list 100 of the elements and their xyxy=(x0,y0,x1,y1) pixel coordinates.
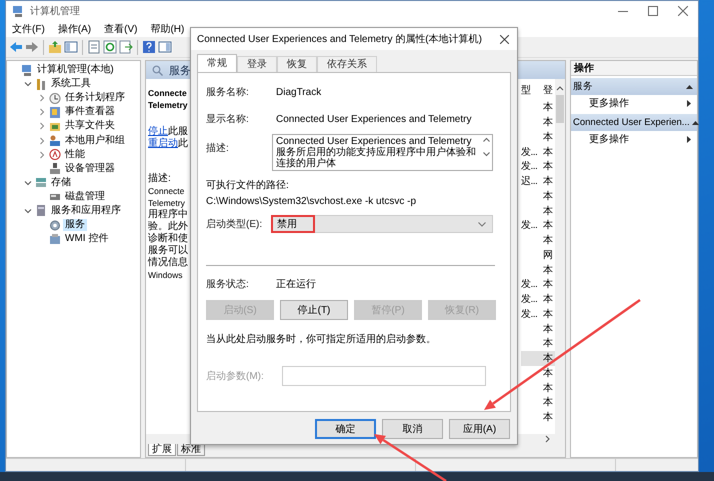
description-text: 验。此外 xyxy=(148,221,189,232)
table-cell-text: 本 xyxy=(543,336,554,350)
dropdown[interactable]: 禁用 xyxy=(272,215,493,233)
table-cell-text: 本 xyxy=(543,382,554,395)
tree-item[interactable]: 服务 xyxy=(63,219,87,232)
column-header[interactable]: 型 xyxy=(521,83,543,97)
table-cell-text: 本 xyxy=(543,174,554,188)
section-title: 服务 xyxy=(573,80,593,93)
button[interactable]: 取消 xyxy=(382,419,443,439)
tab[interactable]: 依存关系 xyxy=(317,56,377,72)
table-cell-text: 发... xyxy=(521,293,538,306)
table-cell-text: 发... xyxy=(521,160,538,174)
section-header[interactable]: Connected User Experien... xyxy=(571,114,697,131)
table-cell-text: 本 xyxy=(543,264,554,277)
pane-header: 操作 xyxy=(571,61,697,76)
action-label: 更多操作 xyxy=(589,133,629,146)
table-cell-text: 本 xyxy=(543,218,554,232)
table-row[interactable]: 发... 本 xyxy=(521,292,555,306)
section-header[interactable]: 服务 xyxy=(571,78,697,95)
table-row[interactable]: 网 xyxy=(521,248,555,262)
table-cell-text: 网 xyxy=(543,248,554,262)
tab[interactable]: 登录 xyxy=(237,56,277,72)
table-row[interactable]: 本 xyxy=(521,336,555,351)
field-value: 正在运行 xyxy=(276,278,316,291)
table-row[interactable]: 本 xyxy=(521,232,555,248)
table-row[interactable]: 发... 本 xyxy=(521,144,555,159)
tree-item[interactable]: 任务计划程序 xyxy=(63,92,127,104)
field-label: 可执行文件的路径: xyxy=(206,178,289,192)
table-row[interactable]: 发... 本 xyxy=(521,218,555,233)
table-row[interactable]: 迟... 本 xyxy=(521,174,555,188)
table-row[interactable]: 本 xyxy=(521,380,555,395)
table-cell-text: 本 xyxy=(543,396,554,410)
tree-item[interactable]: WMI 控件 xyxy=(63,233,110,246)
table-cell-text: 本 xyxy=(543,292,554,306)
description-text: Windows xyxy=(148,269,184,281)
table-cell-text: 本 xyxy=(543,308,554,321)
action-label: 更多操作 xyxy=(589,97,629,110)
section-title: Connected User Experien... xyxy=(573,117,690,128)
table-row[interactable]: 本 xyxy=(521,321,555,336)
field-label: 服务状态: xyxy=(206,278,250,291)
tree-item[interactable]: 本地用户和组 xyxy=(63,134,127,147)
tree-item[interactable]: 存储 xyxy=(49,176,73,189)
tree-item[interactable]: 磁盘管理 xyxy=(63,190,107,203)
tab[interactable]: 常规 xyxy=(197,54,237,72)
table-cell-text: 发... xyxy=(521,146,538,159)
description-box[interactable]: Connected User Experiences and Telemetry 服务所启用的功能支持应用程序中用户体验和连接的用户体 xyxy=(272,134,493,171)
menu-item[interactable]: 帮助(H) xyxy=(149,22,186,36)
table-row[interactable]: 本 xyxy=(521,262,555,277)
field-value: Connected User Experiences and Telemetry xyxy=(276,114,472,124)
field-label: 启动参数(M): xyxy=(206,370,264,383)
link[interactable]: 停止 xyxy=(148,126,168,137)
dialog-title: Connected User Experiences and Telemetry 的属性(本地计算机) xyxy=(197,32,482,46)
table-row[interactable]: 发... 本 xyxy=(521,159,555,174)
table-row[interactable]: 发... 本 xyxy=(521,277,555,292)
menu-item[interactable]: 文件(F) xyxy=(11,22,46,36)
table-cell-text: 发... xyxy=(521,278,538,292)
tab[interactable]: 恢复 xyxy=(277,56,317,72)
button[interactable]: 停止(T) xyxy=(280,300,348,320)
table-cell-text: 本 xyxy=(543,322,554,336)
table-row[interactable]: 本 xyxy=(521,366,555,380)
tree-item[interactable]: 系统工具 xyxy=(49,78,93,90)
table-cell-text: 本 xyxy=(543,234,554,248)
table-cell-text: 发... xyxy=(521,219,538,232)
table-row[interactable]: 本 xyxy=(521,188,555,204)
tree-item[interactable]: 设备管理器 xyxy=(63,162,117,175)
tree-item[interactable]: 性能 xyxy=(63,148,87,161)
link[interactable]: 重启动 xyxy=(148,138,178,149)
tree-item[interactable]: 共享文件夹 xyxy=(63,120,117,132)
field-value: 禁用 xyxy=(277,218,297,231)
action-text: 重启动此 xyxy=(148,138,189,150)
hint-text: 当从此处启动服务时，你可指定所适用的启动参数。 xyxy=(206,332,436,346)
table-cell-text: 本 xyxy=(543,116,554,130)
description-text: 情况信息 xyxy=(148,257,189,269)
tab[interactable]: 扩展 xyxy=(148,444,176,456)
description-text: 诊断和使 xyxy=(148,233,189,244)
column-header[interactable]: 登 xyxy=(543,83,555,97)
action-item[interactable]: 更多操作 xyxy=(571,95,697,111)
tree-item[interactable]: 事件查看器 xyxy=(63,106,117,118)
tree-item[interactable]: 服务和应用程序 xyxy=(49,204,123,217)
table-row[interactable]: 本 xyxy=(521,203,555,218)
table-row[interactable]: 本 xyxy=(521,350,555,366)
table-row[interactable]: 本 xyxy=(521,114,555,130)
description-text: 用程序中 xyxy=(148,209,189,220)
button[interactable]: 确定 xyxy=(315,419,376,439)
field-label: 描述: xyxy=(206,142,230,155)
field-label: 启动类型(E): xyxy=(206,218,264,231)
description-label: 描述: xyxy=(148,173,172,185)
action-item[interactable]: 更多操作 xyxy=(571,131,697,147)
table-row[interactable]: 本 xyxy=(521,130,555,144)
table-cell-text: 本 xyxy=(543,410,554,424)
table-row[interactable]: 本 xyxy=(521,395,555,410)
button[interactable]: 应用(A) xyxy=(449,419,510,439)
menu-item[interactable]: 操作(A) xyxy=(56,22,92,36)
tree-item[interactable]: 计算机管理(本地) xyxy=(35,64,116,76)
action-text: 停止此服 xyxy=(148,126,189,138)
table-row[interactable]: 发... 本 xyxy=(521,306,555,322)
table-row[interactable]: 本 xyxy=(521,410,555,424)
description-text: Connected User Experiences and Telemetry 服务所启用的功能支持应用程序中用户体验和连接的用户体 xyxy=(276,136,477,169)
menu-item[interactable]: 查看(V) xyxy=(103,22,138,36)
table-row[interactable]: 本 xyxy=(521,100,555,115)
